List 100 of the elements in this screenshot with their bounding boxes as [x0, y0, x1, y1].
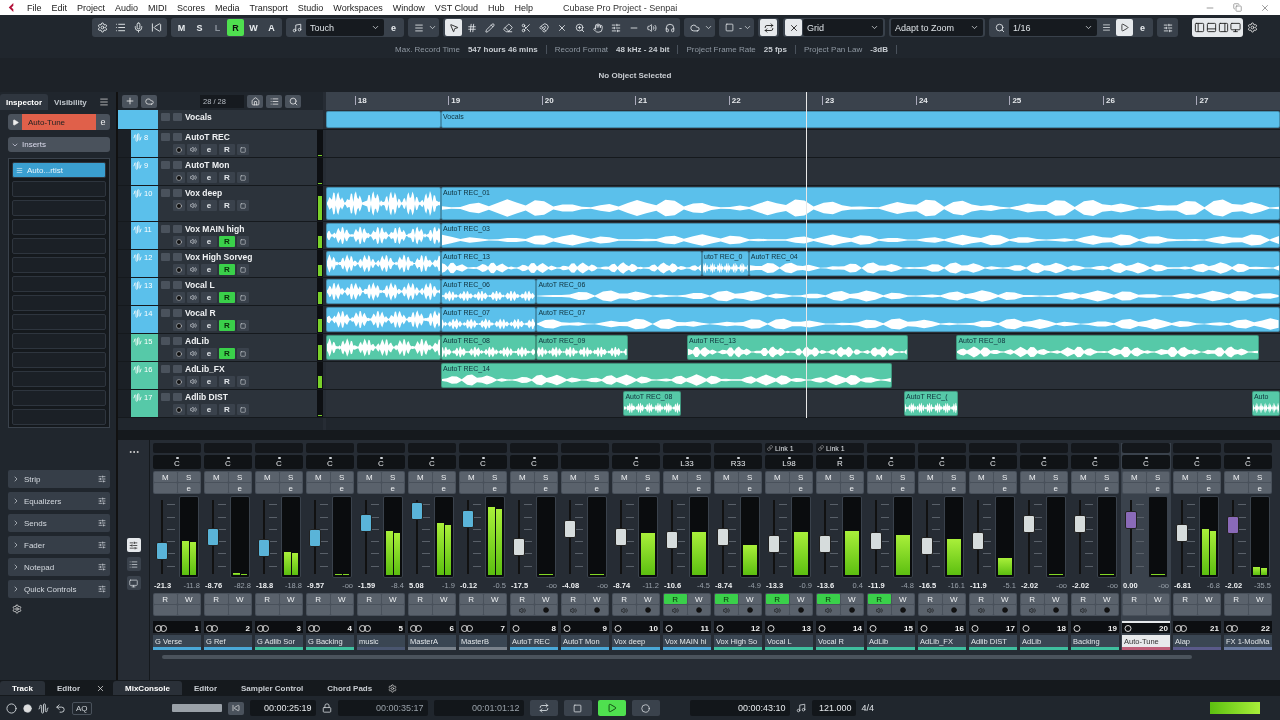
- write-button[interactable]: W: [738, 594, 761, 604]
- edit-button[interactable]: e: [1197, 483, 1220, 493]
- edit-button[interactable]: e: [1146, 483, 1169, 493]
- solo-button[interactable]: S: [279, 472, 302, 482]
- write-button[interactable]: W: [177, 594, 200, 604]
- read-button[interactable]: R: [511, 594, 534, 604]
- inspector-tab[interactable]: Inspector: [0, 94, 48, 110]
- edit-button[interactable]: e: [201, 292, 217, 303]
- pan-control[interactable]: C: [1224, 455, 1272, 469]
- mute-button[interactable]: M: [715, 472, 738, 482]
- mute-button[interactable]: M: [511, 472, 534, 482]
- write-button[interactable]: W: [1044, 594, 1067, 604]
- read-button[interactable]: R: [219, 348, 235, 359]
- zone-tab[interactable]: MixConsole: [113, 681, 182, 695]
- mute-button[interactable]: M: [817, 472, 840, 482]
- solo-button[interactable]: S: [432, 472, 455, 482]
- read-button[interactable]: R: [219, 376, 235, 387]
- pan-control[interactable]: C: [153, 455, 201, 469]
- pan-control[interactable]: C: [918, 455, 966, 469]
- write-button[interactable]: W: [381, 594, 404, 604]
- pan-control[interactable]: C: [1173, 455, 1221, 469]
- edit-button[interactable]: e: [840, 483, 863, 493]
- zone-tab[interactable]: Chord Pads: [315, 681, 385, 695]
- write-button[interactable]: W: [585, 594, 608, 604]
- solo-button[interactable]: S: [1248, 472, 1271, 482]
- menu-item[interactable]: Help: [514, 2, 534, 13]
- edit-button[interactable]: e: [177, 483, 200, 493]
- read-button[interactable]: R: [970, 594, 993, 604]
- edit-button[interactable]: e: [201, 320, 217, 331]
- read-button[interactable]: R: [409, 594, 432, 604]
- pan-control[interactable]: C: [204, 455, 252, 469]
- solo-button[interactable]: S: [636, 472, 659, 482]
- inspector-track-name[interactable]: Auto-Tune: [22, 114, 96, 130]
- solo-button[interactable]: S: [840, 472, 863, 482]
- pan-control[interactable]: C: [1122, 455, 1170, 469]
- inserts-section[interactable]: Inserts: [8, 137, 110, 152]
- write-button[interactable]: W: [1095, 594, 1118, 604]
- read-button[interactable]: R: [868, 594, 891, 604]
- mode-button[interactable]: M: [173, 19, 190, 36]
- read-button[interactable]: R: [307, 594, 330, 604]
- menu-item[interactable]: Hub: [488, 2, 505, 13]
- read-button[interactable]: R: [205, 594, 228, 604]
- automation-mode-dropdown[interactable]: Touch: [306, 19, 384, 36]
- edit-button[interactable]: e: [942, 483, 965, 493]
- edit-button[interactable]: e: [201, 376, 217, 387]
- write-button[interactable]: W: [432, 594, 455, 604]
- inspector-section[interactable]: Notepad: [24, 562, 55, 572]
- edit-button[interactable]: e: [891, 483, 914, 493]
- solo-button[interactable]: S: [738, 472, 761, 482]
- write-button[interactable]: W: [687, 594, 710, 604]
- menu-item[interactable]: Project: [77, 2, 106, 13]
- pan-control[interactable]: C: [1020, 455, 1068, 469]
- inspector-section[interactable]: Fader: [24, 540, 45, 550]
- snap-type-dropdown[interactable]: Grid: [803, 19, 883, 36]
- mute-button[interactable]: M: [256, 472, 279, 482]
- write-button[interactable]: W: [942, 594, 965, 604]
- edit-button[interactable]: e: [228, 483, 251, 493]
- pan-control[interactable]: L33: [663, 455, 711, 469]
- mode-button[interactable]: R: [227, 19, 244, 36]
- write-button[interactable]: W: [1248, 594, 1271, 604]
- edit-button[interactable]: e: [201, 236, 217, 247]
- edit-button[interactable]: e: [636, 483, 659, 493]
- edit-button[interactable]: e: [201, 404, 217, 415]
- write-button[interactable]: W: [993, 594, 1016, 604]
- read-button[interactable]: R: [460, 594, 483, 604]
- write-button[interactable]: W: [330, 594, 353, 604]
- read-button[interactable]: R: [1123, 594, 1146, 604]
- solo-button[interactable]: S: [942, 472, 965, 482]
- zone-tab[interactable]: Track: [0, 681, 45, 695]
- mute-button[interactable]: M: [358, 472, 381, 482]
- mode-button[interactable]: A: [263, 19, 280, 36]
- write-button[interactable]: W: [279, 594, 302, 604]
- mute-button[interactable]: M: [154, 472, 177, 482]
- edit-button[interactable]: e: [201, 144, 217, 155]
- mute-button[interactable]: M: [970, 472, 993, 482]
- edit-button[interactable]: e: [96, 114, 110, 130]
- mode-button[interactable]: W: [245, 19, 262, 36]
- edit-button[interactable]: e: [534, 483, 557, 493]
- edit-button[interactable]: e: [483, 483, 506, 493]
- inspector-section[interactable]: Strip: [24, 474, 41, 484]
- read-button[interactable]: R: [219, 264, 235, 275]
- read-button[interactable]: R: [1174, 594, 1197, 604]
- solo-button[interactable]: S: [1146, 472, 1169, 482]
- grid-type-dropdown[interactable]: Adapt to Zoom: [891, 19, 983, 36]
- mute-button[interactable]: M: [1123, 472, 1146, 482]
- mute-button[interactable]: M: [1021, 472, 1044, 482]
- solo-button[interactable]: S: [687, 472, 710, 482]
- write-button[interactable]: W: [534, 594, 557, 604]
- write-button[interactable]: W: [1197, 594, 1220, 604]
- solo-button[interactable]: S: [1197, 472, 1220, 482]
- read-button[interactable]: R: [358, 594, 381, 604]
- edit-button[interactable]: e: [738, 483, 761, 493]
- mute-button[interactable]: M: [664, 472, 687, 482]
- auto-quantize-button[interactable]: AQ: [72, 701, 92, 715]
- read-button[interactable]: R: [219, 320, 235, 331]
- read-button[interactable]: R: [562, 594, 585, 604]
- pan-control[interactable]: C: [1071, 455, 1119, 469]
- read-button[interactable]: R: [766, 594, 789, 604]
- solo-button[interactable]: S: [228, 472, 251, 482]
- pan-control[interactable]: C: [510, 455, 558, 469]
